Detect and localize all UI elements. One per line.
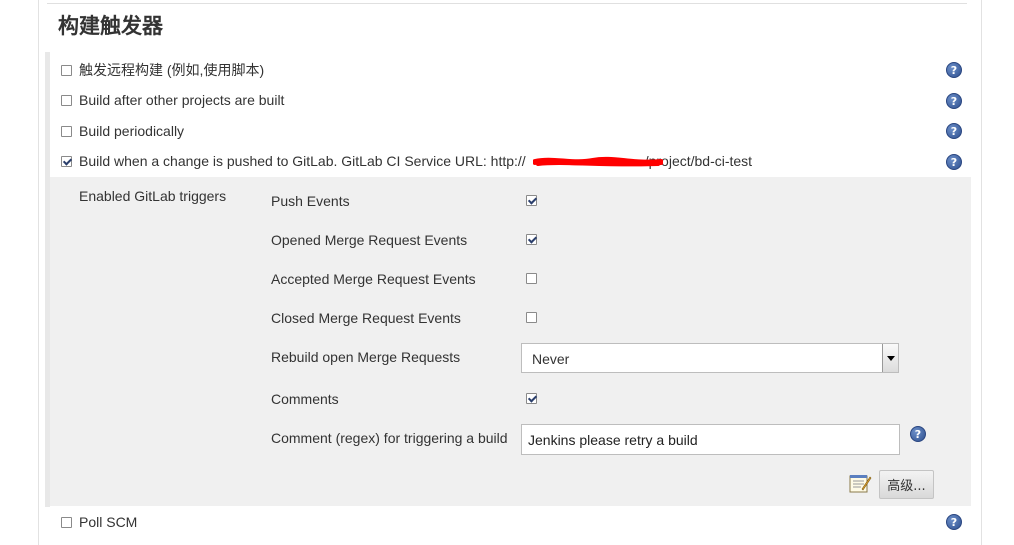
chevron-down-icon[interactable] [882,344,898,372]
trigger-poll-scm-row: Poll SCM [61,512,137,532]
trigger-remote-checkbox[interactable] [61,64,72,76]
section-title: 构建触发器 [58,14,163,38]
help-icon[interactable]: ? [946,123,962,139]
trigger-gitlab-label: Build when a change is pushed to GitLab.… [79,153,526,169]
trigger-poll-scm-label: Poll SCM [79,514,138,530]
help-icon[interactable]: ? [946,154,962,170]
advanced-button[interactable]: 高级... [879,470,934,499]
rebuild-mr-label: Rebuild open Merge Requests [271,349,461,365]
help-icon[interactable]: ? [910,426,926,442]
accepted-mr-label: Accepted Merge Request Events [271,271,476,287]
comments-label: Comments [271,391,339,407]
push-events-checkbox[interactable] [526,195,537,206]
help-icon[interactable]: ? [946,514,962,530]
trigger-after-other-checkbox[interactable] [61,94,72,106]
trigger-remote-label: 触发远程构建 (例如,使用脚本) [79,62,265,78]
help-icon[interactable]: ? [946,62,962,78]
divider [47,3,967,4]
redaction-scribble [533,156,663,167]
comment-regex-input[interactable] [521,424,900,455]
rebuild-mr-select[interactable]: Never [521,343,899,373]
accepted-mr-checkbox[interactable] [526,273,537,284]
trigger-gitlab-checkbox[interactable] [61,155,72,167]
closed-mr-label: Closed Merge Request Events [271,310,461,326]
trigger-after-other-label: Build after other projects are built [79,92,285,108]
rebuild-mr-selected-value: Never [532,351,570,367]
trigger-after-other-row: Build after other projects are built [61,90,284,110]
gitlab-settings-panel [50,177,971,506]
opened-mr-label: Opened Merge Request Events [271,232,468,248]
trigger-poll-scm-checkbox[interactable] [61,516,72,528]
comment-regex-label: Comment (regex) for triggering a build [271,430,508,446]
push-events-label: Push Events [271,193,350,209]
help-icon[interactable]: ? [946,93,962,109]
notepad-icon [849,475,872,493]
trigger-periodic-checkbox[interactable] [61,125,72,137]
opened-mr-checkbox[interactable] [526,234,537,245]
closed-mr-checkbox[interactable] [526,312,537,323]
comments-checkbox[interactable] [526,393,537,404]
trigger-periodic-label: Build periodically [79,123,185,139]
trigger-remote-row: 触发远程构建 (例如,使用脚本) [61,60,264,80]
trigger-periodic-row: Build periodically [61,121,184,141]
gitlab-triggers-group-label: Enabled GitLab triggers [79,188,227,204]
